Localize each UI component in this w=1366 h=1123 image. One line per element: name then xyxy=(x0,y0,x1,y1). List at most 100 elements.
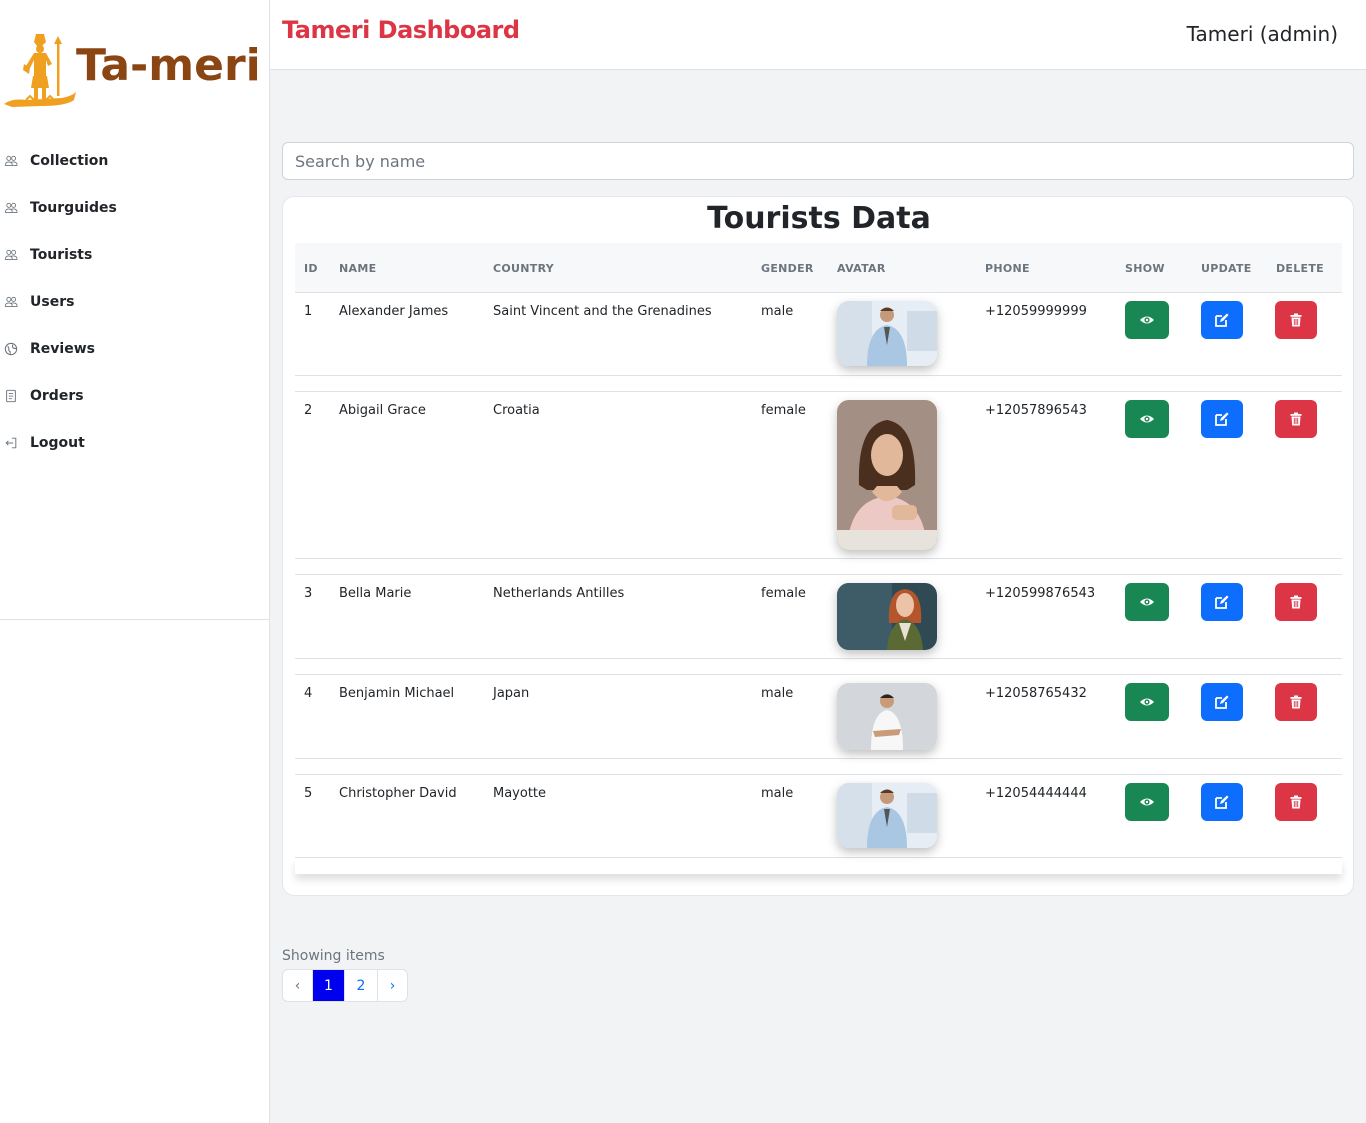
page-button-1[interactable]: 1 xyxy=(313,970,345,1001)
woman-portrait-photo xyxy=(837,400,937,550)
update-button[interactable] xyxy=(1201,301,1243,339)
sidebar-item-users[interactable]: Users xyxy=(0,278,269,325)
cell-name: Christopher David xyxy=(339,786,457,801)
table-title: Tourists Data xyxy=(707,201,931,236)
cell-country: Japan xyxy=(493,686,530,701)
delete-button[interactable] xyxy=(1275,683,1317,721)
delete-button[interactable] xyxy=(1275,400,1317,438)
cell-name: Alexander James xyxy=(339,304,449,319)
column-header-id: ID xyxy=(304,262,318,275)
sidebar-item-label: Collection xyxy=(30,152,109,169)
eye-icon xyxy=(1140,316,1154,324)
users-icon xyxy=(0,248,30,262)
users-icon xyxy=(0,201,30,215)
trash-icon xyxy=(1290,412,1302,426)
pagination: ‹ 1 2 › xyxy=(282,969,408,1002)
update-button[interactable] xyxy=(1201,583,1243,621)
column-header-show: SHOW xyxy=(1125,262,1165,275)
sidebar-item-label: Users xyxy=(30,293,75,310)
top-header: Tameri Dashboard Tameri (admin) xyxy=(270,0,1366,70)
edit-icon xyxy=(1215,695,1229,709)
cell-phone: +12058765432 xyxy=(985,686,1087,701)
edit-icon xyxy=(1215,795,1229,809)
users-icon xyxy=(0,154,30,168)
cell-name: Bella Marie xyxy=(339,586,412,601)
tourists-table: ID NAME COUNTRY GENDER AVATAR PHONE SHOW… xyxy=(295,243,1342,874)
show-button[interactable] xyxy=(1125,301,1169,339)
pharaoh-logo-icon xyxy=(4,34,76,107)
table-row: 5 Christopher David Mayotte male +120544… xyxy=(295,775,1342,858)
delete-button[interactable] xyxy=(1275,583,1317,621)
cell-gender: female xyxy=(761,586,806,601)
logo[interactable]: Ta-meri xyxy=(2,30,264,112)
woman-red-hair-photo xyxy=(837,583,937,650)
cell-country: Netherlands Antilles xyxy=(493,586,625,601)
row-spacer xyxy=(295,559,1342,575)
sidebar-item-label: Logout xyxy=(30,434,85,451)
cell-id: 3 xyxy=(304,586,313,601)
cell-phone: +120599876543 xyxy=(985,586,1096,601)
cell-name: Abigail Grace xyxy=(339,403,426,418)
column-header-phone: PHONE xyxy=(985,262,1030,275)
sidebar-nav: Collection Tourguides Tourists Users Rev… xyxy=(0,137,269,466)
avatar xyxy=(837,583,937,650)
table-header: ID NAME COUNTRY GENDER AVATAR PHONE SHOW… xyxy=(295,243,1342,293)
eye-icon xyxy=(1140,798,1154,806)
sidebar-item-logout[interactable]: Logout xyxy=(0,419,269,466)
update-button[interactable] xyxy=(1201,683,1243,721)
man-white-tshirt-photo xyxy=(837,683,937,750)
update-button[interactable] xyxy=(1201,783,1243,821)
trash-icon xyxy=(1290,595,1302,609)
user-menu[interactable]: Tameri (admin) xyxy=(1187,22,1338,46)
table-row: 2 Abigail Grace Croatia female +12057896… xyxy=(295,392,1342,559)
show-button[interactable] xyxy=(1125,400,1169,438)
users-icon xyxy=(0,295,30,309)
cell-name: Benjamin Michael xyxy=(339,686,455,701)
eye-icon xyxy=(1140,598,1154,606)
page-button-2[interactable]: 2 xyxy=(345,970,378,1001)
sidebar-item-orders[interactable]: Orders xyxy=(0,372,269,419)
cell-id: 2 xyxy=(304,403,313,418)
sidebar-item-collection[interactable]: Collection xyxy=(0,137,269,184)
avatar xyxy=(837,783,937,848)
globe-icon xyxy=(0,342,30,356)
eye-icon xyxy=(1140,698,1154,706)
logout-icon xyxy=(0,436,30,450)
search-input[interactable] xyxy=(282,142,1354,180)
show-button[interactable] xyxy=(1125,683,1169,721)
showing-items-label: Showing items xyxy=(282,948,385,964)
sidebar: Ta-meri Collection Tourguides Tourists U… xyxy=(0,0,270,1123)
show-button[interactable] xyxy=(1125,583,1169,621)
logo-text: Ta-meri xyxy=(76,40,261,91)
row-spacer xyxy=(295,659,1342,675)
avatar xyxy=(837,683,937,750)
table-footer-shadow xyxy=(295,858,1342,874)
column-header-name: NAME xyxy=(339,262,377,275)
next-page-button[interactable]: › xyxy=(378,970,407,1001)
update-button[interactable] xyxy=(1201,400,1243,438)
sidebar-item-tourguides[interactable]: Tourguides xyxy=(0,184,269,231)
column-header-delete: DELETE xyxy=(1276,262,1324,275)
dashboard-title: Tameri Dashboard xyxy=(282,16,520,44)
prev-page-button[interactable]: ‹ xyxy=(283,970,313,1001)
edit-icon xyxy=(1215,313,1229,327)
show-button[interactable] xyxy=(1125,783,1169,821)
edit-icon xyxy=(1215,595,1229,609)
cell-phone: +12057896543 xyxy=(985,403,1087,418)
sidebar-item-label: Reviews xyxy=(30,340,95,357)
sidebar-item-tourists[interactable]: Tourists xyxy=(0,231,269,278)
row-spacer xyxy=(295,759,1342,775)
cell-country: Croatia xyxy=(493,403,540,418)
avatar xyxy=(837,400,937,550)
row-spacer xyxy=(295,376,1342,392)
man-in-office-photo xyxy=(837,783,937,848)
cell-id: 1 xyxy=(304,304,313,319)
cell-phone: +12059999999 xyxy=(985,304,1087,319)
cell-gender: male xyxy=(761,686,794,701)
sidebar-item-reviews[interactable]: Reviews xyxy=(0,325,269,372)
column-header-avatar: AVATAR xyxy=(837,262,886,275)
delete-button[interactable] xyxy=(1275,783,1317,821)
delete-button[interactable] xyxy=(1275,301,1317,339)
man-in-office-photo xyxy=(837,301,937,366)
cell-country: Mayotte xyxy=(493,786,547,801)
